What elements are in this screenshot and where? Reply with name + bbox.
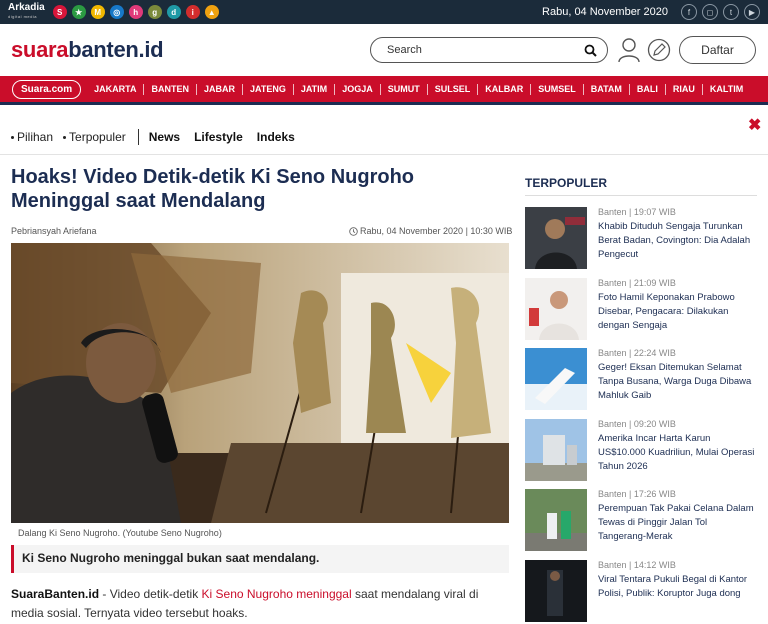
search-icon[interactable] bbox=[584, 44, 597, 57]
nav-item-jakarta[interactable]: JAKARTA bbox=[87, 83, 145, 95]
popular-headline[interactable]: Foto Hamil Keponakan Prabowo Disebar, Pe… bbox=[598, 291, 757, 333]
popular-headline[interactable]: Perempuan Tak Pakai Celana Dalam Tewas d… bbox=[598, 502, 757, 544]
matamata-network-icon[interactable]: M bbox=[90, 5, 105, 19]
sidebar-title: TERPOPULER bbox=[525, 176, 608, 190]
instagram-icon[interactable]: ◻ bbox=[702, 4, 718, 20]
popular-item[interactable]: Banten | 22:24 WIB Geger! Eksan Ditemukan… bbox=[525, 348, 757, 412]
hits-network-icon[interactable]: h bbox=[128, 5, 143, 19]
article-title: Hoaks! Video Detik-detik Ki Seno Nugroho… bbox=[11, 166, 415, 212]
subnav-divider-line bbox=[0, 154, 768, 155]
dewiku-network-icon[interactable]: d bbox=[166, 5, 181, 19]
info-network-icon[interactable]: i bbox=[185, 5, 200, 19]
facebook-icon[interactable]: f bbox=[681, 4, 697, 20]
popular-meta: Banten | 14:12 WIB bbox=[598, 559, 676, 570]
arkadia-logo[interactable]: Arkadia digital media bbox=[8, 3, 45, 21]
link-lifestyle[interactable]: Lifestyle bbox=[194, 130, 243, 144]
tab-pilihan[interactable]: Pilihan bbox=[11, 130, 53, 144]
popular-headline[interactable]: Khabib Dituduh Sengaja Turunkan Berat Ba… bbox=[598, 220, 757, 262]
article-author[interactable]: Pebriansyah Ariefana bbox=[11, 226, 97, 236]
popular-meta: Banten | 09:20 WIB bbox=[598, 418, 676, 429]
nav-item-sulsel[interactable]: SULSEL bbox=[428, 83, 479, 95]
star-network-icon[interactable]: ★ bbox=[71, 5, 86, 19]
body-link[interactable]: Ki Seno Nugroho meninggal bbox=[202, 587, 352, 601]
popular-meta: Banten | 22:24 WIB bbox=[598, 348, 676, 358]
nav-item-jabar[interactable]: JABAR bbox=[197, 83, 243, 95]
subnav-divider bbox=[137, 129, 139, 145]
site-logo[interactable]: suarabanten.id bbox=[11, 37, 164, 63]
popular-headline[interactable]: Amerika Incar Harta Karun US$10.000 Kuad… bbox=[598, 432, 757, 474]
youtube-icon[interactable]: ▶ bbox=[744, 4, 760, 20]
network-icons: S ★ M ◎ h g d i ▲ bbox=[52, 5, 219, 19]
search-box bbox=[370, 37, 608, 63]
nav-item-kaltim[interactable]: KALTIM bbox=[703, 84, 750, 95]
popular-meta: Banten | 19:07 WIB bbox=[598, 207, 676, 217]
popular-thumbnail[interactable] bbox=[525, 277, 587, 340]
body-site: SuaraBanten.id bbox=[11, 587, 100, 601]
nav-item-banten[interactable]: BANTEN bbox=[144, 83, 197, 95]
nav-item-sumut[interactable]: SUMUT bbox=[381, 83, 428, 95]
edit-icon[interactable] bbox=[646, 36, 672, 64]
link-news[interactable]: News bbox=[149, 130, 180, 144]
popular-meta: Banten | 21:09 WIB bbox=[598, 277, 676, 288]
network-links: Arkadia digital media S ★ M ◎ h g d i ▲ bbox=[8, 3, 219, 21]
triangle-network-icon[interactable]: ▲ bbox=[204, 5, 219, 19]
article-hero-image bbox=[11, 243, 509, 523]
region-nav: Suara.com JAKARTA BANTEN JABAR JATENG JATIM J… bbox=[0, 76, 768, 105]
nav-item-jogja[interactable]: JOGJA bbox=[335, 83, 381, 95]
popular-item[interactable]: Banten | 17:26 WIB Perempuan Tak Pakai Ce… bbox=[525, 489, 757, 553]
region-list: JAKARTA BANTEN JABAR JATENG JATIM JOGJA SUMUT S… bbox=[87, 83, 750, 95]
nav-item-bali[interactable]: BALI bbox=[630, 83, 666, 95]
social-links: f ◻ t ▶ bbox=[681, 4, 760, 20]
popular-thumbnail[interactable] bbox=[525, 207, 587, 269]
sidebar-rule bbox=[525, 195, 757, 196]
article-body: SuaraBanten.id - Video detik-detik Ki Se… bbox=[11, 585, 503, 623]
current-date: Rabu, 04 November 2020 bbox=[542, 6, 668, 18]
logo-red: suara bbox=[11, 37, 69, 62]
popular-thumbnail[interactable] bbox=[525, 559, 587, 622]
register-button[interactable]: Daftar bbox=[679, 36, 756, 64]
popular-headline[interactable]: Viral Tentara Pukuli Begal di Kantor Pol… bbox=[598, 573, 757, 601]
article-date: Rabu, 04 November 2020 | 10:30 WIB bbox=[349, 226, 512, 236]
popular-thumbnail[interactable] bbox=[525, 348, 587, 410]
nav-item-sumsel[interactable]: SUMSEL bbox=[531, 83, 584, 95]
top-bar: Arkadia digital media S ★ M ◎ h g d i ▲ Rabu, 04… bbox=[0, 0, 768, 24]
sub-nav: Pilihan Terpopuler News Lifestyle Indeks bbox=[11, 126, 309, 148]
site-header: suarabanten.id Daftar bbox=[0, 24, 768, 74]
gadget-network-icon[interactable]: g bbox=[147, 5, 162, 19]
logo-dark: banten.id bbox=[68, 37, 164, 62]
popular-item[interactable]: Banten | 09:20 WIB Amerika Incar Harta Ka… bbox=[525, 418, 757, 483]
nav-item-kalbar[interactable]: KALBAR bbox=[478, 83, 532, 95]
link-indeks[interactable]: Indeks bbox=[257, 130, 295, 144]
article-date-text: Rabu, 04 November 2020 | 10:30 WIB bbox=[360, 226, 513, 236]
close-icon[interactable]: ✖ bbox=[748, 115, 761, 135]
image-caption: Dalang Ki Seno Nugroho. (Youtube Seno Nu… bbox=[18, 528, 222, 538]
search-input[interactable] bbox=[387, 44, 584, 56]
nav-item-jatim[interactable]: JATIM bbox=[294, 83, 336, 95]
popular-headline[interactable]: Geger! Eksan Ditemukan Selamat Tanpa Bus… bbox=[598, 361, 757, 403]
popular-meta: Banten | 17:26 WIB bbox=[598, 489, 676, 499]
popular-thumbnail[interactable] bbox=[525, 418, 587, 481]
popular-item[interactable]: Banten | 19:07 WIB Khabib Dituduh Sengaja… bbox=[525, 207, 757, 271]
clock-icon bbox=[349, 226, 358, 236]
article-lead: Ki Seno Nugroho meninggal bukan saat men… bbox=[11, 545, 509, 573]
popular-item[interactable]: Banten | 21:09 WIB Foto Hamil Keponakan P… bbox=[525, 277, 757, 342]
nav-item-batam[interactable]: BATAM bbox=[584, 83, 630, 95]
user-icon[interactable] bbox=[616, 36, 642, 64]
globe-network-icon[interactable]: ◎ bbox=[109, 5, 124, 19]
popular-thumbnail[interactable] bbox=[525, 489, 587, 551]
suara-network-icon[interactable]: S bbox=[52, 5, 67, 19]
nav-item-riau[interactable]: RIAU bbox=[666, 83, 703, 95]
body-part-1: - Video detik-detik bbox=[99, 587, 202, 601]
twitter-icon[interactable]: t bbox=[723, 4, 739, 20]
popular-item[interactable]: Banten | 14:12 WIB Viral Tentara Pukuli B… bbox=[525, 559, 757, 624]
suara-home-button[interactable]: Suara.com bbox=[12, 79, 82, 99]
nav-item-jateng[interactable]: JATENG bbox=[243, 83, 294, 95]
arkadia-sub: digital media bbox=[8, 14, 37, 19]
tab-terpopuler[interactable]: Terpopuler bbox=[63, 130, 126, 144]
